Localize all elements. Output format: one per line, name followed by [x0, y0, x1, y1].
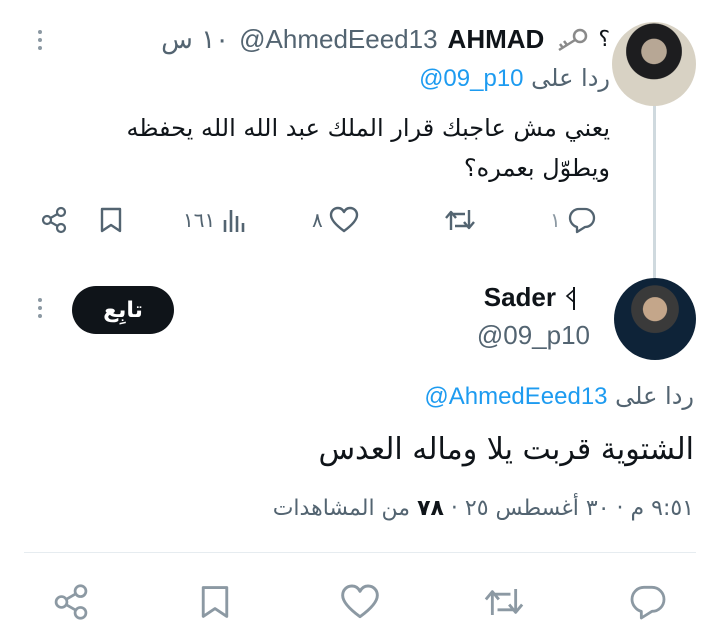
like-button[interactable]: [340, 583, 380, 621]
flag-icon: [565, 286, 575, 310]
mention-link[interactable]: @09_p10: [419, 65, 523, 92]
views-icon: [223, 210, 245, 232]
author-handle[interactable]: @09_p10: [477, 320, 590, 351]
like-button[interactable]: ٨: [312, 206, 359, 234]
reply-count: ١: [550, 208, 561, 232]
tweet-text: الشتوية قربت يلا وماله العدس: [318, 432, 694, 467]
reply-icon: [568, 207, 595, 234]
replying-label: ردا على: [615, 382, 694, 410]
bookmark-button[interactable]: [98, 206, 124, 234]
replying-to: ردا على @AhmedEeed13: [424, 382, 694, 411]
follow-button[interactable]: تابِع: [72, 286, 174, 334]
replying-to: ردا على @09_p10: [419, 64, 610, 93]
reply-icon: [630, 585, 666, 620]
avatar[interactable]: [612, 22, 696, 106]
views-count: ٧٨: [417, 496, 444, 521]
retweet-icon: [484, 589, 524, 615]
tweet-timestamp[interactable]: ٩:٥١ م · ٣٠ أغسطس ٢٥ ·: [444, 496, 694, 521]
retweet-icon: [445, 210, 475, 230]
more-icon[interactable]: [37, 30, 43, 50]
author-name[interactable]: AHMAD: [448, 24, 545, 55]
avatar[interactable]: [614, 278, 696, 360]
tweet-header: ١٠ س @AhmedEeed13 AHMAD ؟: [161, 24, 610, 55]
views-label: من المشاهدات: [272, 496, 418, 521]
divider: [24, 552, 696, 553]
author-name[interactable]: Sader: [484, 282, 556, 313]
share-icon: [41, 206, 67, 234]
thread-line: [653, 104, 656, 278]
heart-icon: [329, 206, 358, 233]
key-icon: [558, 28, 588, 51]
retweet-button[interactable]: [482, 583, 526, 621]
author-name-row: Sader: [484, 282, 580, 313]
reply-button[interactable]: ١: [550, 206, 597, 234]
author-handle[interactable]: @AhmedEeed13: [239, 24, 437, 55]
more-icon[interactable]: [37, 298, 43, 318]
retweet-button[interactable]: [443, 206, 477, 234]
heart-icon: [341, 584, 379, 619]
reply-button[interactable]: [628, 583, 668, 621]
replying-label: ردا على: [531, 64, 610, 92]
share-icon: [54, 584, 88, 620]
share-button[interactable]: [52, 583, 90, 621]
views-button[interactable]: ١٦١: [183, 206, 247, 234]
tweet-meta: ٩:٥١ م · ٣٠ أغسطس ٢٥ · ٧٨ من المشاهدات: [273, 496, 694, 521]
tweet-time[interactable]: ١٠ س: [161, 25, 229, 55]
mention-link[interactable]: @AhmedEeed13: [424, 383, 607, 410]
like-count: ٨: [312, 208, 323, 232]
bookmark-icon: [100, 207, 122, 233]
question-mark: ؟: [598, 27, 610, 52]
views-count: ١٦١: [183, 208, 216, 232]
bookmark-button[interactable]: [198, 583, 232, 621]
share-button[interactable]: [40, 206, 68, 234]
tweet-text: يعني مش عاجبك قرار الملك عبد الله الله ي…: [126, 114, 610, 182]
bookmark-icon: [201, 586, 229, 618]
